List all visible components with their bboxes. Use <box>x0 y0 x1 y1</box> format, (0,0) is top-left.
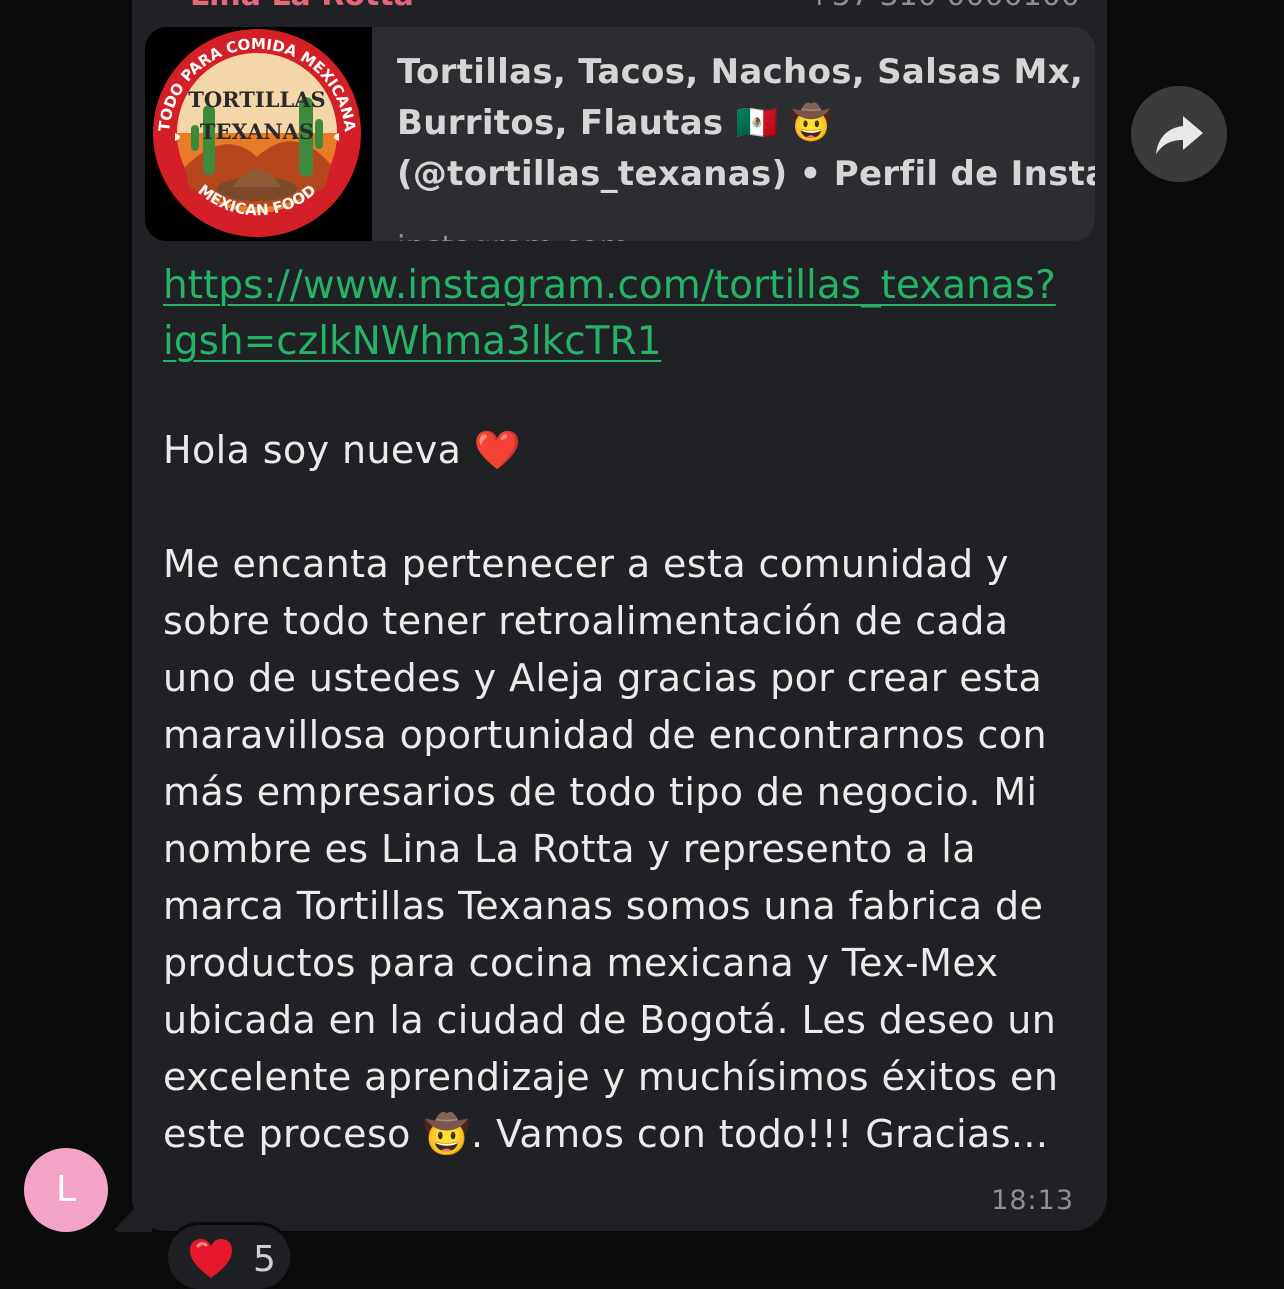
sender-header: Lina La Rotta +57 310 0000100 <box>190 0 1080 13</box>
svg-text:TEXANAS: TEXANAS <box>200 119 314 144</box>
forward-button[interactable] <box>1131 86 1227 182</box>
message-line: sobre todo tener retroalimentación de ca… <box>163 599 1009 643</box>
message-timestamp: 18:13 <box>991 1185 1074 1216</box>
link-preview-card[interactable]: TODO PARA COMIDA MEXICANA MEXICAN FOOD T… <box>145 27 1095 241</box>
link-line[interactable]: https://www.instagram.com/tortillas_texa… <box>163 258 1056 314</box>
forward-arrow-icon <box>1156 116 1203 154</box>
reaction-count: 5 <box>253 1239 276 1280</box>
message-line: más empresarios de todo tipo de negocio.… <box>163 770 1038 814</box>
sender-phone: +57 310 0000100 <box>807 0 1080 13</box>
message-line: nombre es Lina La Rotta y represento a l… <box>163 827 976 871</box>
preview-title: Tortillas, Tacos, Nachos, Salsas Mx, Bur… <box>397 47 1095 200</box>
reaction-pill[interactable]: 5 <box>165 1222 293 1289</box>
instagram-link[interactable]: https://www.instagram.com/tortillas_texa… <box>163 258 1056 370</box>
message-line: este proceso 🤠. Vamos con todo!!! Gracia… <box>163 1112 1049 1156</box>
preview-title-line: Tortillas, Tacos, Nachos, Salsas Mx, <box>397 52 1084 92</box>
avatar[interactable]: L <box>24 1148 108 1232</box>
preview-title-line: Burritos, Flautas 🇲🇽 🤠 <box>397 103 834 143</box>
message-line: marca Tortillas Texanas somos una fabric… <box>163 884 1044 928</box>
message-line: excelente aprendizaje y muchísimos éxito… <box>163 1055 1059 1099</box>
tortillas-texanas-logo: TODO PARA COMIDA MEXICANA MEXICAN FOOD T… <box>145 27 372 241</box>
message-greeting: Hola soy nueva ❤️ <box>163 428 522 472</box>
svg-text:TORTILLAS: TORTILLAS <box>188 87 325 112</box>
message-line: Me encanta pertenecer a esta comunidad y <box>163 542 1009 586</box>
message-line: maravillosa oportunidad de encontrarnos … <box>163 713 1047 757</box>
chat-screen: Lina La Rotta +57 310 0000100 <box>0 0 1284 1289</box>
preview-domain: instagram.com <box>397 230 629 241</box>
preview-title-line: (@tortillas_texanas) • Perfil de Insta..… <box>397 154 1095 194</box>
sender-name[interactable]: Lina La Rotta <box>190 0 414 13</box>
message-line: ubicada en la ciudad de Bogotá. Les dese… <box>163 998 1057 1042</box>
preview-thumbnail: TODO PARA COMIDA MEXICANA MEXICAN FOOD T… <box>145 27 372 241</box>
message-line: uno de ustedes y Aleja gracias por crear… <box>163 656 1043 700</box>
heart-icon <box>190 1239 232 1278</box>
message-line: productos para cocina mexicana y Tex-Mex <box>163 941 999 985</box>
link-line[interactable]: igsh=czlkNWhma3lkcTR1 <box>163 314 1056 370</box>
